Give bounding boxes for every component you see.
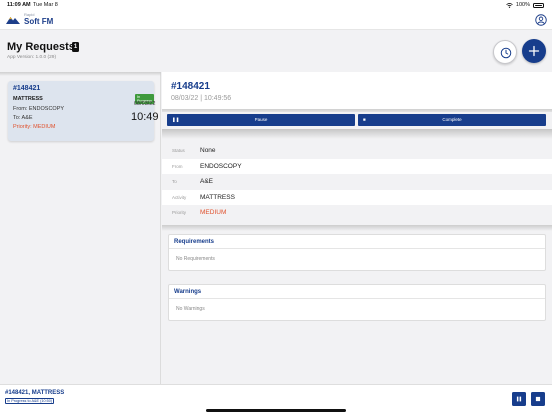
status-label: Status [172,148,185,154]
stop-icon [535,396,541,402]
pause-icon: ❚❚ [172,117,180,122]
brand-name: Soft FM [24,17,54,26]
card-item: MATTRESS [13,96,43,102]
warnings-empty: No Warnings [176,306,205,312]
pause-button[interactable]: ❚❚ Pause [167,114,355,126]
from-value: ENDOSCOPY [200,162,242,170]
priority-value: MEDIUM [200,209,227,217]
active-request-title: #148421, MATTRESS [5,390,65,396]
activity-row: Activity MATTRESS [162,189,552,205]
card-to: To: A&E [13,115,33,121]
brand: Rapid Soft FM [24,13,53,26]
pause-label: Pause [254,117,268,122]
app-header: Rapid Soft FM [0,11,552,30]
wifi-icon [506,2,513,8]
status-time: 11:09 AM [7,2,31,8]
to-row: To A&E [162,174,552,190]
battery-percent: 100% [515,2,530,8]
clock-icon [500,47,512,59]
stop-icon: ■ [363,117,366,122]
to-value: A&E [200,178,214,186]
warnings-section: Warnings No Warnings [168,284,546,321]
bottom-pause-button[interactable] [512,392,526,406]
battery-icon [533,2,544,8]
card-priority: Priority: MEDIUM [13,124,56,130]
detail-info: Status None From ENDOSCOPY To A&E Activi… [162,143,552,221]
activity-value: MATTRESS [200,193,235,201]
bottom-stop-button[interactable] [531,392,545,406]
status-date: Tue Mar 8 [33,2,58,8]
request-count-badge: 1 [72,42,79,52]
detail-datetime: 08/03/22 | 10:49:56 [171,95,232,102]
from-label: From [172,163,183,169]
request-list: #148421 MATTRESS From: ENDOSCOPY To: A&E… [0,72,161,384]
history-button[interactable] [493,40,517,64]
request-card[interactable]: #148421 MATTRESS From: ENDOSCOPY To: A&E… [8,81,159,141]
requirements-empty: No Requirements [176,256,215,262]
app-version: App Version: 1.0.0 (29) [7,55,57,60]
divider-shadow [162,225,552,231]
to-label: To [172,179,177,185]
complete-label: Complete [442,117,462,122]
priority-label: Priority [172,210,187,216]
detail-header: #148421 08/03/22 | 10:49:56 [162,72,552,110]
card-request-id: #148421 [13,85,41,92]
add-request-button[interactable] [522,39,546,63]
detail-request-id: #148421 [171,81,210,92]
complete-button[interactable]: ■ Complete [358,114,546,126]
card-date: 08/03/22 [134,101,156,107]
activity-label: Activity [172,194,187,200]
home-indicator [206,409,346,412]
status-bar: 11:09 AM Tue Mar 8 100% [0,0,552,11]
page-title: My Requests [7,41,75,53]
plus-icon [528,45,540,57]
requirements-section: Requirements No Requirements [168,234,546,271]
action-bar: ❚❚ Pause ■ Complete [162,112,552,129]
mountain-logo-icon [6,17,20,24]
requirements-title: Requirements [169,235,545,249]
user-circle-icon[interactable] [535,14,547,26]
from-row: From ENDOSCOPY [162,158,552,174]
status-right: 100% [506,2,544,8]
priority-row: Priority MEDIUM [162,205,552,221]
active-request-bar[interactable]: #148421, MATTRESS In Progress to A&E (10… [0,384,552,414]
request-detail: #148421 08/03/22 | 10:49:56 ❚❚ Pause ■ C… [162,72,552,384]
pause-icon [516,396,522,402]
requests-toolbar: My Requests 1 App Version: 1.0.0 (29) [0,31,552,71]
warnings-title: Warnings [169,285,545,299]
status-row: Status None [162,143,552,159]
card-from: From: ENDOSCOPY [13,106,65,112]
status-value: None [200,147,216,155]
divider-shadow [162,129,552,139]
card-time: 10:49 [131,111,159,123]
active-request-status: In Progress to A&E (10:50) [5,398,55,404]
